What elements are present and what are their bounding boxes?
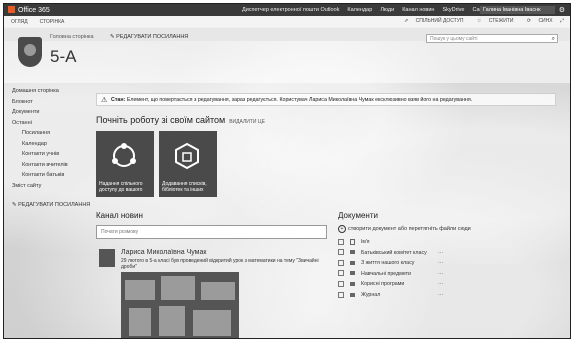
focus-icon[interactable]: ⤢	[560, 18, 564, 24]
row-checkbox[interactable]	[338, 280, 344, 287]
share-site-icon	[112, 143, 136, 167]
list-item[interactable]: З життя нашого класу ···	[338, 258, 468, 269]
row-checkbox[interactable]	[338, 291, 344, 298]
ribbon-tab-page[interactable]: СТОРІНКА	[40, 19, 65, 25]
nav-outlook[interactable]: Диспетчер електронної пошти Outlook	[242, 7, 339, 13]
list-item[interactable]: Журнал ···	[338, 290, 468, 301]
new-document-link[interactable]: + створити документ або перетягніть файли…	[338, 225, 471, 233]
nav-people[interactable]: Люди	[380, 7, 394, 13]
nav-item-home[interactable]: Домашня сторінка	[12, 86, 90, 97]
settings-gear-icon[interactable]: ⚙	[559, 6, 565, 14]
start-conversation-input[interactable]: Почати розмову	[96, 225, 327, 239]
nav-item-parent-contacts[interactable]: Контакти батьків	[12, 170, 90, 181]
documents-heading: Документи	[338, 211, 378, 220]
nav-item-notebook[interactable]: Блокнот	[12, 97, 90, 108]
nav-item-student-contacts[interactable]: Контакти учнів	[12, 149, 90, 160]
site-logo[interactable]	[18, 37, 42, 67]
follow-button[interactable]: ☆ СТЕЖИТИ	[471, 18, 514, 24]
folder-icon	[350, 292, 355, 297]
item-menu-icon[interactable]: ···	[438, 269, 443, 280]
item-menu-icon[interactable]: ···	[438, 248, 443, 259]
top-navigation: Диспетчер електронної пошти Outlook Кален…	[242, 7, 509, 13]
item-menu-icon[interactable]: ···	[438, 279, 443, 290]
nav-item-site-contents[interactable]: Зміст сайту	[12, 181, 90, 192]
item-menu-icon[interactable]: ···	[438, 290, 443, 301]
sharepoint-window: Office 365 Диспетчер електронної пошти O…	[3, 3, 571, 339]
plus-icon: +	[338, 225, 346, 233]
breadcrumb-home[interactable]: Головна сторінка	[50, 34, 94, 40]
folder-icon	[350, 281, 355, 286]
site-search-input[interactable]: Пошук у цьому сайті ⌕	[426, 34, 558, 43]
tile-add-lists[interactable]: Додавання списків, бібліотек та інших	[159, 131, 217, 197]
status-label: Стан:	[111, 97, 126, 103]
post-text: 29 лютого в 5-а класі був проведений від…	[121, 258, 319, 270]
nav-item-teacher-contacts[interactable]: Контакти вчителів	[12, 160, 90, 171]
office365-brand[interactable]: Office 365	[8, 6, 50, 14]
folder-icon	[350, 250, 355, 255]
list-item[interactable]: Корисні програми ···	[338, 279, 468, 290]
warning-icon: ⚠	[101, 97, 108, 104]
edit-links-top[interactable]: ✎ РЕДАГУВАТИ ПОСИЛАННЯ	[110, 34, 188, 40]
column-name[interactable]: Ім'я	[361, 239, 370, 245]
site-title: 5-А	[50, 47, 77, 66]
avatar[interactable]	[99, 249, 115, 267]
tile-share-site[interactable]: Надання спільного доступу до вашого	[96, 131, 154, 197]
newsfeed-heading: Канал новин	[96, 211, 143, 220]
status-bar: ⚠ Стан: Елемент, що повертається з редаг…	[96, 93, 556, 106]
row-checkbox[interactable]	[338, 270, 344, 277]
pencil-icon: ✎	[12, 202, 17, 208]
list-item[interactable]: Навчальні предмети ···	[338, 269, 468, 280]
share-button[interactable]: ⇗ СПІЛЬНИЙ ДОСТУП	[398, 18, 463, 24]
status-text: Елемент, що повертається з редагування, …	[126, 97, 473, 103]
sync-icon: ⟳	[526, 18, 532, 24]
sync-button[interactable]: ⟳ СИНХ	[521, 18, 553, 24]
nav-item-links[interactable]: Посилання	[12, 128, 90, 139]
documents-list: Ім'я Батьківський комітет класу ··· З жит…	[338, 237, 468, 301]
tile-label: Надання спільного доступу до вашого	[99, 181, 143, 193]
quick-launch: Домашня сторінка Блокнот Документи Остан…	[12, 86, 90, 211]
nav-skydrive[interactable]: SkyDrive	[442, 7, 464, 13]
row-checkbox[interactable]	[338, 259, 344, 266]
remove-this-link[interactable]: ВИДАЛИТИ ЦЕ	[229, 119, 265, 125]
star-icon: ☆	[476, 18, 482, 24]
nav-item-calendar[interactable]: Календар	[12, 139, 90, 150]
search-icon[interactable]: ⌕	[552, 35, 555, 44]
nav-item-documents[interactable]: Документи	[12, 107, 90, 118]
tile-label: Додавання списків, бібліотек та інших	[162, 181, 207, 193]
nav-item-recent[interactable]: Останні	[12, 118, 90, 129]
folder-icon	[350, 271, 355, 276]
post-author[interactable]: Лариса Миколаївна Чумак	[121, 249, 206, 256]
list-item[interactable]: Батьківський комітет класу ···	[338, 248, 468, 259]
getting-started-heading: Почніть роботу зі своїм сайтом ВИДАЛИТИ Ц…	[96, 115, 265, 125]
folder-icon	[350, 260, 355, 265]
nav-newsfeed[interactable]: Канал новин	[402, 7, 434, 13]
nav-calendar[interactable]: Календар	[347, 7, 372, 13]
office-logo-icon	[8, 6, 15, 13]
office365-topbar: Office 365 Диспетчер електронної пошти O…	[4, 4, 570, 16]
file-type-icon	[350, 238, 355, 245]
ribbon-tab-browse[interactable]: ОГЛЯД	[11, 19, 28, 25]
share-icon: ⇗	[404, 18, 409, 24]
post-photo[interactable]	[121, 272, 239, 338]
edit-links-left[interactable]: ✎ РЕДАГУВАТИ ПОСИЛАННЯ	[12, 200, 90, 211]
item-menu-icon[interactable]: ···	[438, 258, 443, 269]
user-menu[interactable]: Галина Іванівна Іваснк	[480, 6, 555, 14]
documents-header-row: Ім'я	[338, 237, 468, 248]
select-all-checkbox[interactable]	[338, 238, 344, 245]
pencil-icon: ✎	[110, 34, 115, 40]
row-checkbox[interactable]	[338, 249, 344, 256]
add-lists-icon	[175, 142, 199, 170]
